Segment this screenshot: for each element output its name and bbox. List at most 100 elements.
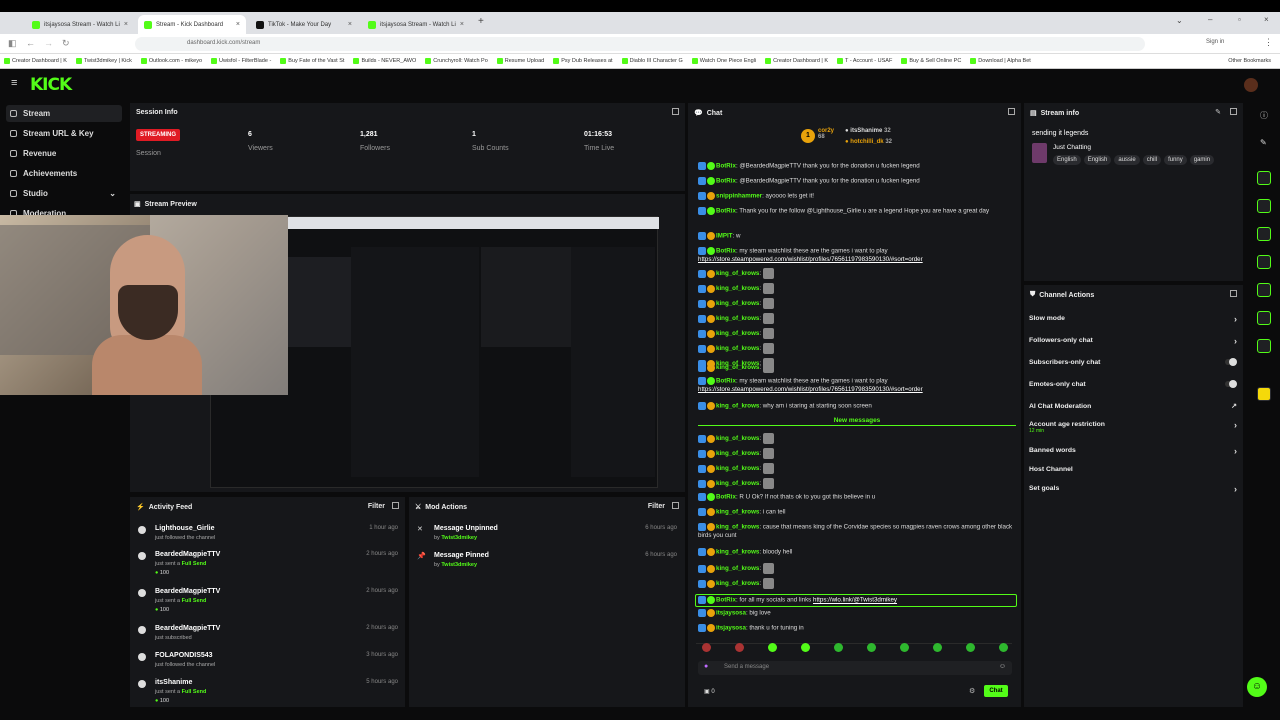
channel-action-host-channel[interactable]: Host Channel: [1029, 466, 1241, 473]
chat-username[interactable]: BotRix: [716, 178, 736, 185]
tag[interactable]: chill: [1142, 155, 1162, 165]
bookmark-item[interactable]: T - Account - USAF: [837, 58, 892, 64]
chat-message[interactable]: king_of_krows: bloody hell: [698, 548, 1020, 557]
chat-username[interactable]: king_of_krows: [716, 330, 759, 337]
browser-tab-1[interactable]: itsjaysosa Stream - Watch Li ×: [26, 15, 134, 34]
chat-message[interactable]: king_of_krows: i can tell: [698, 508, 1020, 517]
settings-gear-icon[interactable]: ⚙: [969, 687, 975, 695]
profile-button[interactable]: Sign in: [1206, 39, 1224, 45]
bookmark-item[interactable]: Outlook.com - mikeyo: [140, 58, 202, 64]
chat-message[interactable]: king_of_krows:: [698, 328, 1020, 339]
new-tab-icon[interactable]: +: [478, 16, 484, 27]
popout-icon[interactable]: [1230, 290, 1237, 297]
maximize-icon[interactable]: ▫: [1238, 15, 1241, 24]
popout-icon[interactable]: [392, 502, 399, 509]
chat-message[interactable]: king_of_krows:: [698, 343, 1020, 354]
emote-shortcut-icon[interactable]: [966, 643, 975, 652]
reload-icon[interactable]: ↻: [62, 38, 70, 49]
kick-logo[interactable]: KICK: [30, 75, 72, 95]
chat-message[interactable]: itsjaysosa: thank u for tuning in: [698, 624, 1020, 633]
chat-message[interactable]: BotRix: my steam watchlist these are the…: [698, 377, 1020, 395]
activity-filter-button[interactable]: Filter: [368, 503, 385, 510]
avatar[interactable]: [1244, 78, 1258, 92]
chat-username[interactable]: itsjaysosa: [716, 610, 746, 617]
chat-username[interactable]: king_of_krows: [716, 315, 759, 322]
sidebar-item-revenue[interactable]: Revenue: [6, 145, 122, 162]
channel-action-banned-words[interactable]: Banned words ›: [1029, 446, 1241, 456]
chat-username[interactable]: king_of_krows: [716, 270, 759, 277]
bookmark-item[interactable]: Download | Alpha Bet: [970, 58, 1031, 64]
emote-shortcut-icon[interactable]: [735, 643, 744, 652]
emote-shortcut-icon[interactable]: [867, 643, 876, 652]
tag[interactable]: gamin: [1189, 155, 1215, 165]
chat-message[interactable]: itsjaysosa: big love: [698, 609, 1020, 618]
channel-action-account-age-restriction[interactable]: Account age restriction 12 min ›: [1029, 420, 1241, 434]
chat-message[interactable]: king_of_krows:: [698, 433, 1020, 444]
channel-action-followers-only-chat[interactable]: Followers-only chat ›: [1029, 336, 1241, 346]
chat-username[interactable]: king_of_krows: [716, 549, 759, 556]
forward-icon[interactable]: →: [44, 38, 53, 48]
popout-icon[interactable]: [672, 502, 679, 509]
emote-shortcut-icon[interactable]: [834, 643, 843, 652]
bookmark-item[interactable]: Watch One Piece Engli: [691, 58, 756, 64]
star-icon[interactable]: [1257, 387, 1271, 401]
emote-shortcut-icon[interactable]: [768, 643, 777, 652]
toggle-switch[interactable]: [1225, 358, 1237, 366]
tag[interactable]: funny: [1164, 155, 1187, 165]
emote-shortcut-icon[interactable]: [900, 643, 909, 652]
chat-username[interactable]: BotRix: [716, 248, 736, 255]
tab-list-icon[interactable]: ⌄: [1176, 16, 1183, 25]
bookmark-item[interactable]: Crunchyroll: Watch Po: [425, 58, 488, 64]
chat-message[interactable]: king_of_krows:: [698, 578, 1020, 589]
chat-username[interactable]: king_of_krows: [716, 450, 759, 457]
chat-message[interactable]: king_of_krows:: [698, 362, 1020, 373]
chat-message[interactable]: snippinhammer: ayoooo lets get it!: [698, 192, 1020, 201]
chat-message[interactable]: king_of_krows:: [698, 448, 1020, 459]
mod-filter-button[interactable]: Filter: [648, 503, 665, 510]
popout-icon[interactable]: [1008, 108, 1015, 115]
bookmark-item[interactable]: Buy & Sell Online PC: [901, 58, 961, 64]
close-tab-icon[interactable]: ×: [348, 21, 352, 28]
sidebar-toggle-icon[interactable]: ◧: [8, 38, 17, 49]
sidebar-item-stream[interactable]: Stream: [6, 105, 122, 122]
chat-username[interactable]: BotRix: [716, 208, 736, 215]
popout-icon[interactable]: [1230, 108, 1237, 115]
hamburger-icon[interactable]: ≡: [11, 77, 17, 89]
chat-username[interactable]: king_of_krows: [716, 435, 759, 442]
send-chat-button[interactable]: Chat: [984, 685, 1008, 697]
chat-username[interactable]: king_of_krows: [716, 580, 759, 587]
bookmark-item[interactable]: Psy Dub Releases at: [553, 58, 613, 64]
popout-icon[interactable]: [672, 108, 679, 115]
bookmark-item[interactable]: Resume Upload: [496, 58, 544, 64]
chat-link[interactable]: https://store.steampowered.com/wishlist/…: [698, 256, 923, 263]
bookmark-item[interactable]: Creator Dashboard | K: [4, 58, 67, 64]
bookmark-item[interactable]: Buy Fate of the Vast St: [280, 58, 344, 64]
chat-message[interactable]: king_of_krows: why am i staring at start…: [698, 402, 1020, 411]
channel-action-ai-chat-moderation[interactable]: AI Chat Moderation ↗: [1029, 403, 1241, 410]
chat-message[interactable]: BotRix: @BeardedMagpieTTV thank you for …: [698, 162, 1020, 171]
wrench-icon[interactable]: [1257, 311, 1271, 325]
chat-message[interactable]: king_of_krows:: [698, 283, 1020, 294]
puzzle-icon[interactable]: [1257, 339, 1271, 353]
channel-action-set-goals[interactable]: Set goals ›: [1029, 484, 1241, 494]
close-tab-icon[interactable]: ×: [124, 21, 128, 28]
chat-username[interactable]: king_of_krows: [716, 300, 759, 307]
url-input[interactable]: dashboard.kick.com/stream: [135, 37, 1145, 51]
close-tab-icon[interactable]: ×: [460, 21, 464, 28]
back-icon[interactable]: ←: [26, 38, 35, 48]
chat-username[interactable]: king_of_krows: [716, 509, 759, 516]
pencil-icon[interactable]: ✎: [1260, 138, 1267, 147]
chat-link[interactable]: https://store.steampowered.com/wishlist/…: [698, 386, 923, 393]
bookmark-item[interactable]: Builds - NEVER_AWO: [353, 58, 416, 64]
browser-tab-2[interactable]: Stream - Kick Dashboard ×: [138, 15, 246, 34]
emote-shortcut-icon[interactable]: [702, 643, 711, 652]
chat-username[interactable]: BotRix: [716, 494, 736, 501]
new-messages-divider[interactable]: New messages: [698, 417, 1016, 426]
emote-shortcut-icon[interactable]: [933, 643, 942, 652]
help-chat-button[interactable]: ☺: [1247, 677, 1267, 697]
chat-message[interactable]: king_of_krows:: [698, 463, 1020, 474]
menu-icon[interactable]: ⋮: [1264, 37, 1273, 48]
chat-username[interactable]: BotRix: [716, 163, 736, 170]
minimize-icon[interactable]: –: [1208, 15, 1212, 24]
chat-message[interactable]: king_of_krows:: [698, 298, 1020, 309]
